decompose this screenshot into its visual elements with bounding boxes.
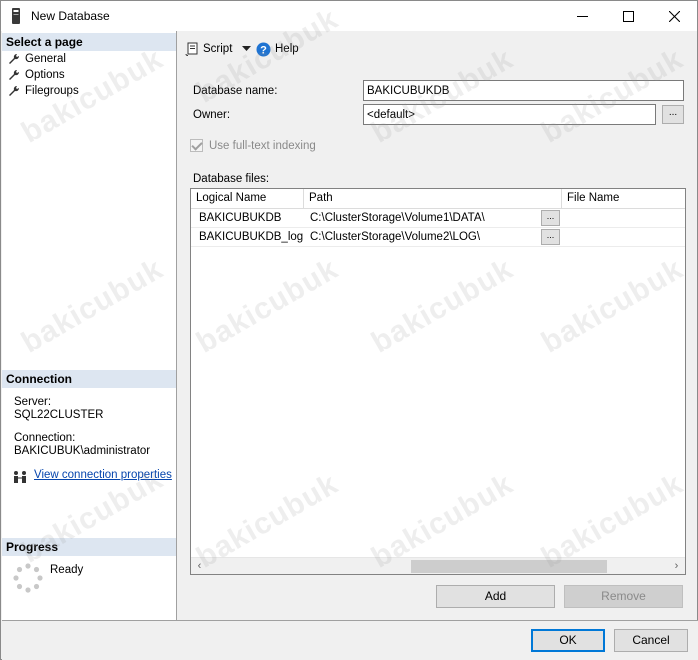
database-name-input[interactable]: [363, 80, 684, 101]
grid-header: Logical Name Path File Name: [191, 189, 685, 209]
column-header-logical-name[interactable]: Logical Name: [191, 189, 304, 209]
script-label: Script: [203, 43, 233, 55]
fulltext-indexing-check: [190, 139, 203, 152]
close-button[interactable]: [651, 1, 697, 31]
database-name-label: Database name:: [193, 85, 278, 97]
progress-header: Progress: [2, 538, 176, 556]
dialog-button-bar: OK Cancel: [2, 620, 698, 660]
maximize-icon: [622, 10, 634, 22]
connection-header: Connection: [2, 370, 176, 388]
wrench-icon: [9, 53, 20, 64]
logical-name-cell[interactable]: BAKICUBUKDB: [191, 209, 304, 228]
owner-browse-button[interactable]: ...: [662, 105, 684, 124]
page-filegroups[interactable]: Filegroups: [8, 83, 79, 99]
close-icon: [668, 10, 680, 22]
progress-spinner-icon: [13, 563, 43, 593]
ok-button[interactable]: OK: [531, 629, 605, 652]
horizontal-scrollbar[interactable]: ‹ ›: [191, 557, 685, 574]
title-bar: New Database: [1, 1, 697, 31]
page-filegroups-label: Filegroups: [25, 85, 79, 97]
connection-label: Connection:: [14, 432, 76, 444]
path-cell[interactable]: C:\ClusterStorage\Volume2\LOG\: [304, 228, 538, 247]
table-row[interactable]: BAKICUBUKDB_log C:\ClusterStorage\Volume…: [191, 228, 685, 247]
fulltext-indexing-checkbox[interactable]: Use full-text indexing: [190, 139, 316, 152]
left-pane: Select a page General Options Filegroups…: [2, 31, 177, 620]
svg-text:?: ?: [260, 44, 267, 56]
help-label: Help: [275, 43, 299, 55]
connection-value: BAKICUBUK\administrator: [14, 445, 151, 457]
scrollbar-thumb[interactable]: [411, 560, 607, 573]
database-files-label: Database files:: [193, 173, 270, 185]
logical-name-cell[interactable]: BAKICUBUKDB_log: [191, 228, 304, 247]
ssms-app-icon: [12, 8, 20, 24]
connection-properties-icon: [14, 471, 26, 483]
path-browse-button[interactable]: ...: [541, 229, 560, 245]
path-browse-button[interactable]: ...: [541, 210, 560, 226]
page-general-label: General: [25, 53, 66, 65]
script-icon: [185, 42, 198, 56]
view-connection-properties-link[interactable]: View connection properties: [34, 469, 172, 481]
script-button[interactable]: Script: [185, 40, 252, 58]
page-general[interactable]: General: [8, 51, 66, 67]
owner-input[interactable]: [363, 104, 656, 125]
select-page-header: Select a page: [2, 33, 176, 51]
file-name-cell[interactable]: [562, 228, 685, 247]
general-page: Database name: Owner: ... Use full-text …: [178, 69, 697, 620]
remove-button[interactable]: Remove: [564, 585, 683, 608]
toolbar: Script ? Help: [178, 31, 697, 67]
minimize-button[interactable]: [559, 1, 605, 31]
help-button[interactable]: ? Help: [256, 40, 299, 58]
new-database-dialog: New Database Select a page General Optio…: [0, 0, 698, 660]
progress-status: Ready: [50, 564, 84, 576]
page-options-label: Options: [25, 69, 65, 81]
server-label: Server:: [14, 396, 52, 408]
column-header-path[interactable]: Path: [304, 189, 562, 209]
add-button[interactable]: Add: [436, 585, 555, 608]
column-header-file-name[interactable]: File Name: [562, 189, 685, 209]
minimize-icon: [576, 15, 588, 17]
help-icon: ?: [256, 42, 271, 56]
window-title: New Database: [31, 9, 110, 23]
owner-label: Owner:: [193, 109, 231, 121]
database-files-grid: Logical Name Path File Name BAKICUBUKDB …: [190, 188, 686, 575]
fulltext-indexing-label: Use full-text indexing: [209, 139, 316, 152]
scroll-left-arrow-icon[interactable]: ‹: [191, 558, 208, 574]
wrench-icon: [9, 85, 20, 96]
table-row[interactable]: BAKICUBUKDB C:\ClusterStorage\Volume1\DA…: [191, 209, 685, 228]
server-value: SQL22CLUSTER: [14, 409, 104, 421]
file-name-cell[interactable]: [562, 209, 685, 228]
wrench-icon: [9, 69, 20, 80]
chevron-down-icon: [242, 46, 252, 51]
scroll-right-arrow-icon[interactable]: ›: [668, 558, 685, 574]
maximize-button[interactable]: [605, 1, 651, 31]
page-options[interactable]: Options: [8, 67, 65, 83]
cancel-button[interactable]: Cancel: [614, 629, 688, 652]
path-cell[interactable]: C:\ClusterStorage\Volume1\DATA\: [304, 209, 538, 228]
